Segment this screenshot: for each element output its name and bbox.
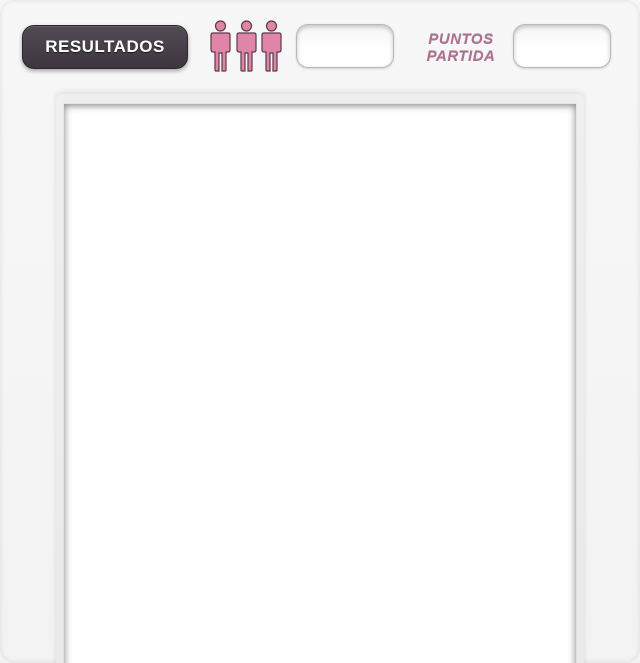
points-label: PUNTOS PARTIDA [414,31,508,65]
points-label-line1: PUNTOS [428,31,494,48]
person-icon [235,20,257,72]
players-icon-group [210,20,282,72]
results-button-label: RESULTADOS [45,37,165,56]
app-window: RESULTADOS PUNTOS PARTIDA [0,0,640,663]
results-button[interactable]: RESULTADOS [22,25,188,69]
results-panel [64,104,576,663]
person-icon [210,20,231,72]
players-count-field[interactable] [296,24,394,68]
person-icon [261,20,282,72]
match-points-field[interactable] [513,24,611,68]
points-label-line2: PARTIDA [426,48,496,65]
